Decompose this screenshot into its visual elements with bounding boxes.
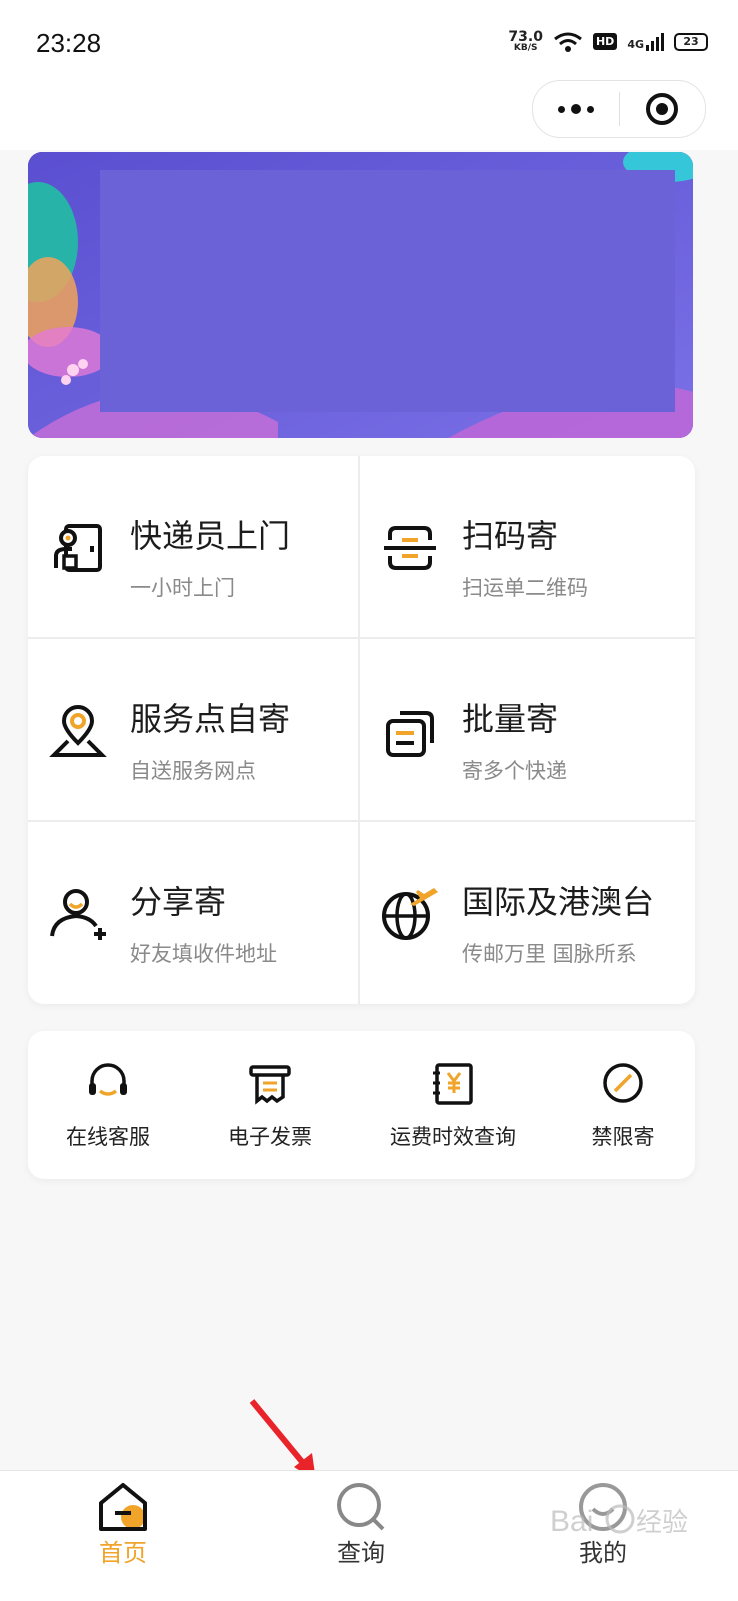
service-self-dropoff[interactable]: 服务点自寄 自送服务网点 [28,639,358,820]
service-subtitle: 扫运单二维码 [462,576,588,600]
forbidden-icon [603,1063,643,1103]
yen-doc-icon [433,1063,473,1105]
search-icon [337,1483,385,1531]
tool-freight-query[interactable]: 运费时效查询 [373,1031,533,1179]
net-speed-value: 73.0 [508,29,543,45]
service-subtitle: 一小时上门 [130,576,235,600]
scan-icon [384,526,436,570]
service-subtitle: 自送服务网点 [130,759,256,783]
signal-label: 4G [627,37,644,51]
service-title: 分享寄 [130,883,227,921]
baidu-watermark: Bai 经验 [550,1504,688,1538]
invoice-icon [249,1065,291,1105]
status-time: 23:28 [36,28,102,58]
location-pin-icon [49,705,107,757]
home-icon [99,1483,147,1531]
status-icons: 73.0 KB/S HD 4G 23 [508,30,708,53]
service-share[interactable]: 分享寄 好友填收件地址 [28,822,358,1003]
service-international[interactable]: 国际及港澳台 传邮万里 国脉所系 [360,822,690,1003]
service-scan[interactable]: 扫码寄 扫运单二维码 [360,456,690,637]
globe-plane-icon [382,888,438,940]
target-circle-icon[interactable] [620,92,706,126]
tool-label: 在线客服 [66,1125,150,1149]
svg-text:Bai: Bai [550,1505,593,1538]
courier-door-icon [54,524,102,572]
tool-label: 禁限寄 [591,1125,655,1149]
tool-label: 运费时效查询 [390,1125,516,1149]
service-subtitle: 寄多个快递 [462,759,567,783]
tool-online-service[interactable]: 在线客服 [48,1031,168,1179]
svg-text:经验: 经验 [636,1508,688,1538]
service-title: 服务点自寄 [130,700,291,738]
batch-docs-icon [386,711,434,757]
net-speed-unit: KB/S [513,43,538,53]
tool-label: 电子发票 [228,1125,312,1149]
service-courier-door[interactable]: 快递员上门 一小时上门 [28,456,358,637]
status-bar: 23:28 73.0 KB/S HD 4G 23 [0,0,738,80]
tab-query[interactable]: 查询 [238,1471,484,1601]
user-add-icon [50,889,106,940]
signal-icon: 4G [627,32,664,51]
service-title: 批量寄 [462,700,559,738]
capsule-menu[interactable] [532,80,706,138]
quick-tools: 在线客服 电子发票 运费时效查询 禁限寄 [28,1031,695,1179]
service-subtitle: 传邮万里 国脉所系 [462,942,637,966]
promo-banner[interactable] [28,152,693,438]
more-dots-icon[interactable] [533,104,619,114]
tab-home[interactable]: 首页 [0,1471,246,1601]
service-subtitle: 好友填收件地址 [130,942,277,966]
tool-restricted-items[interactable]: 禁限寄 [568,1031,678,1179]
service-title: 扫码寄 [462,517,559,555]
mini-program-header [0,80,738,150]
service-batch[interactable]: 批量寄 寄多个快递 [360,639,690,820]
services-grid: 快递员上门 一小时上门 扫码寄 扫运单二维码 服务点自寄 自送服务网点 批量寄 … [28,456,695,1004]
tab-label: 首页 [99,1539,147,1567]
service-title: 国际及港澳台 [462,883,655,921]
tab-label: 查询 [337,1539,385,1567]
wifi-icon [554,32,582,52]
banner-art [28,152,693,438]
headset-icon [89,1063,127,1096]
service-title: 快递员上门 [130,517,291,555]
tool-e-invoice[interactable]: 电子发票 [210,1031,330,1179]
battery-icon: 23 [674,32,708,51]
net-speed: 73.0 KB/S [508,30,543,53]
hd-badge: HD [592,33,618,50]
